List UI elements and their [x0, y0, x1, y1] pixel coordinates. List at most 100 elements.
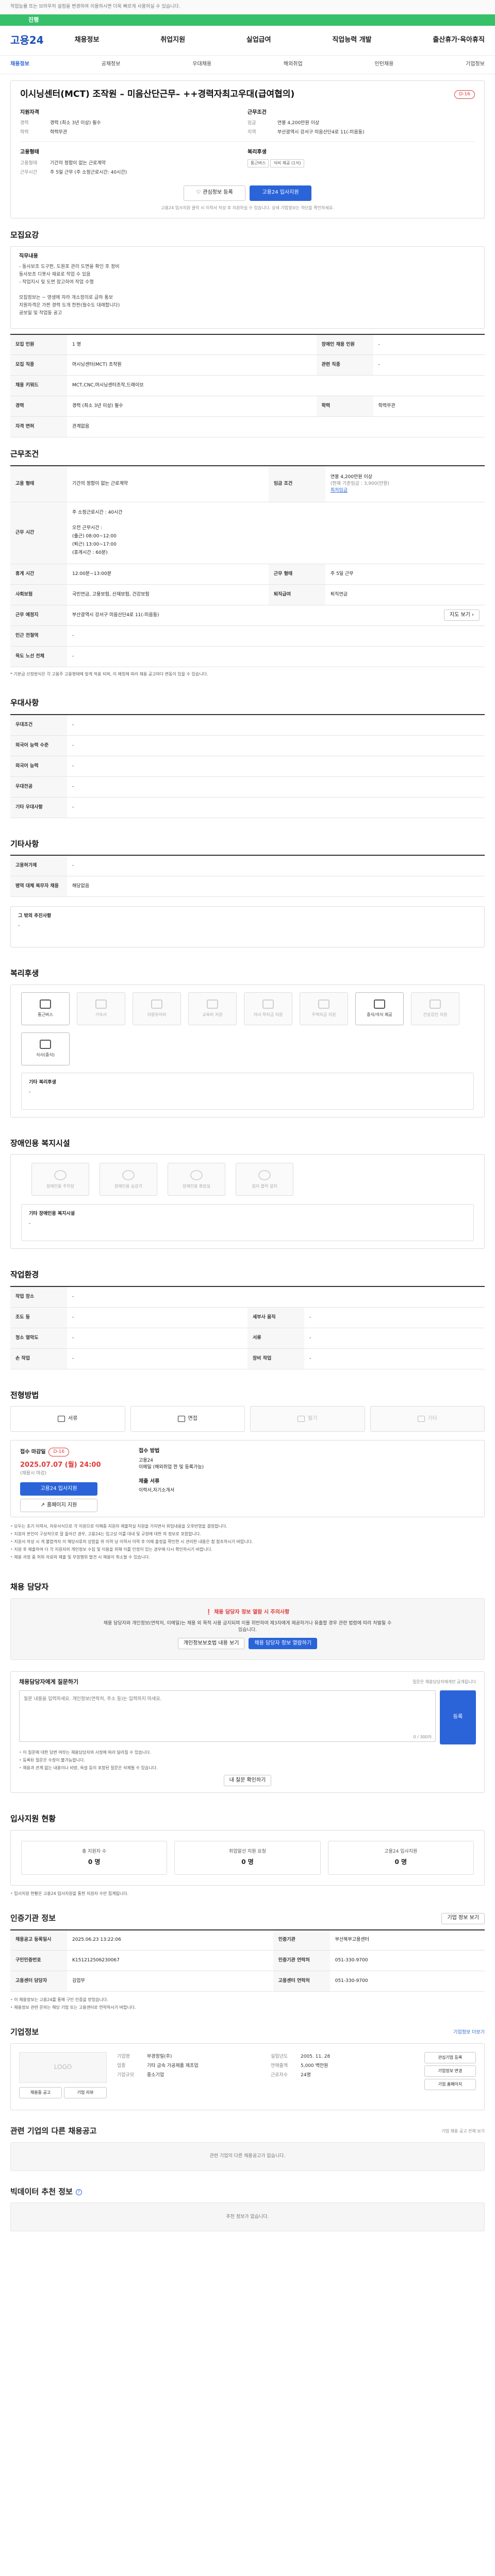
td: -: [67, 1286, 485, 1308]
scrap-button[interactable]: ♡ 관심정보 등록: [184, 185, 245, 201]
privacy-law-button[interactable]: 개인정보보호법 내용 보기: [177, 1638, 245, 1650]
company-edit-button[interactable]: 기업정보 변경: [424, 2065, 476, 2077]
disabled-item: 점자 블럭 설치: [236, 1163, 293, 1196]
parking-icon: [54, 1170, 67, 1180]
info-icon[interactable]: ?: [75, 2189, 82, 2195]
min-wage-link[interactable]: 최저임금: [331, 487, 480, 494]
apply-button[interactable]: 고용24 입사지원: [250, 185, 311, 201]
edu-value: 학력무관: [50, 130, 68, 135]
company-detail-link[interactable]: 기업정보 더보기: [453, 2029, 485, 2036]
table-row: 외국어 능력 수준 -: [10, 735, 485, 756]
th: 서류: [248, 1328, 304, 1349]
subnav-item-intern[interactable]: 인턴채용: [375, 61, 394, 69]
td: K151212506230067: [67, 1950, 273, 1972]
duty-line: 공보일 및 작업동 공고: [19, 311, 62, 316]
company-review-button[interactable]: 기업 리뷰: [64, 2087, 107, 2098]
time-cell: 주 소정근로시간 : 40시간 오전 근무시간 : (출근) 08:00~12:…: [67, 502, 485, 564]
gnb-item-unemployment[interactable]: 실업급여: [246, 36, 271, 45]
others-empty: 관련 기업의 다른 채용공고가 없습니다.: [10, 2142, 485, 2171]
benefit-grid: 통근버스 기숙사 차량유지비 교육비 지원 자녀 학자금 지원 주택자금 지원 중식/석식 …: [11, 985, 484, 1073]
career-key: 경력: [20, 121, 29, 126]
apply-button-2[interactable]: 고용24 입사지원: [20, 1482, 97, 1496]
gnb-item-support[interactable]: 취업지원: [160, 36, 185, 45]
company-jobs-button[interactable]: 채용중 공고: [19, 2087, 62, 2098]
edu-key: 학력: [20, 130, 29, 135]
favorite-company-button[interactable]: 관심기업 등록: [424, 2052, 476, 2063]
method-line: 이메일 (해외취업 한 및 등록가능): [139, 1464, 204, 1470]
company-logo: LOGO: [19, 2052, 107, 2083]
benefit-etc-box: 기타 복리후생 -: [21, 1072, 474, 1110]
time-line: 오전 근무시간 :: [72, 526, 103, 531]
note-item: 등록된 질문은 수정이 불가능합니다.: [19, 1756, 476, 1764]
td: 관계없음: [67, 416, 485, 438]
other-value: -: [18, 923, 20, 928]
benefit-summary-block: 복리후생 통근버스 식비 제공 (1식): [248, 146, 475, 177]
benefit-panel: 통근버스 기숙사 차량유지비 교육비 지원 자녀 학자금 지원 주택자금 지원 중식/석식 …: [10, 984, 485, 1117]
method-block: 접수 방법 고용24 이메일 (해외취업 한 및 등록가능) 제출 서류 이력서…: [123, 1448, 475, 1494]
site-logo[interactable]: 고용24: [10, 33, 44, 48]
subnav-item-overseas[interactable]: 해외취업: [284, 61, 303, 69]
stat-label: 고용24 입사지원: [384, 1849, 418, 1855]
career-value: 경력 (최소 3년 이상) 필수: [50, 121, 101, 126]
qna-submit-button[interactable]: 등록: [440, 1690, 476, 1744]
th: 임금 조건: [268, 466, 325, 502]
benefit-chip: 통근버스: [248, 159, 269, 167]
others-all-link[interactable]: 기업 채용 공고 전체 보기: [441, 2128, 485, 2134]
disabled-item-label: 장애인용 주차장: [46, 1183, 75, 1189]
others-heading: 관련 기업의 다른 채용공고: [10, 2126, 97, 2136]
company-homepage-button[interactable]: 기업 홈페이지: [424, 2078, 476, 2090]
duty-text: - 동사보조 도구판, 도원포 관리 도면을 확인 후 정비 동사보조 디봇사 …: [19, 263, 476, 317]
subnav-item-public[interactable]: 공채정보: [102, 61, 121, 69]
restroom-icon: [190, 1170, 203, 1180]
stat-value: 0 명: [394, 1858, 407, 1866]
note-item: 지원서 작성 시 개 불합격자 이 해당서류의 상함을 위 이력 남 이력서 이…: [10, 1538, 485, 1546]
subnav-item-jobs[interactable]: 채용정보: [10, 61, 29, 69]
subnav-item-preferred[interactable]: 우대채용: [192, 61, 211, 69]
gnb-item-training[interactable]: 직업능력 개발: [332, 36, 371, 45]
subnav-item-company[interactable]: 기업정보: [466, 61, 485, 69]
company-key: 기업규모: [117, 2072, 135, 2078]
homepage-apply-button[interactable]: ↗ 홈페이지 지원: [20, 1499, 97, 1513]
duty-line: 지원자격은 가판 경력 도개 한판(월수도 대래합니다): [19, 303, 120, 309]
stat-label: 총 지원자 수: [82, 1849, 107, 1855]
apply-footnote: 고용24 입사지원 클릭 시 이력서 작성 후 지원하실 수 있습니다. 상세 …: [161, 205, 334, 210]
th: 인근 전철역: [10, 625, 67, 647]
table-row: 손 작업 - 장비 작업 -: [10, 1348, 485, 1369]
disabled-item-label: 장애인용 화장실: [182, 1183, 211, 1189]
td: 해당없음: [67, 876, 485, 897]
work-note: * 기본급 산정방식은 각 고용주 고용형태에 맞게 적용 되며, 이 매칭에 …: [10, 671, 208, 676]
stat-box: 총 지원자 수 0 명: [21, 1840, 168, 1875]
map-button[interactable]: 지도 보기 ›: [444, 609, 480, 621]
progress-bar: 진행: [0, 14, 495, 26]
td: -: [67, 625, 485, 647]
th: 학력: [316, 396, 373, 417]
time-key: 근무시간: [20, 170, 38, 175]
workenv-table: 작업 장소 - 조도 등 - 세부사 움직 - 청소 열악도 - 서류 - 손 작업 - 장비 작…: [10, 1286, 485, 1369]
td: -: [67, 1328, 248, 1349]
duty-box: 직무내용 - 동사보조 도구판, 도원포 관리 도면을 확인 후 정비 동사보조…: [10, 246, 485, 329]
company-info-left: 기업명 부경정밀(주) 업종 기타 금속 가공제품 제조업 기업규모 중소기업: [117, 2052, 260, 2080]
my-question-button[interactable]: 내 질문 확인하기: [223, 1774, 272, 1786]
pay-cell: 연봉 4,200만원 이상 (현재 기준임금 : 3,900(만원) 최저임금: [325, 466, 485, 502]
company-info-right: 설립년도 2005. 11. 28 연매출액 5,000 백만원 근로자수 24명: [271, 2052, 414, 2080]
th: 모집 인원: [10, 334, 67, 355]
th: 장애인 채용 인원: [316, 334, 373, 355]
company-value: 24명: [301, 2072, 311, 2078]
docs-heading: 제출 서류: [139, 1478, 160, 1484]
origin-button[interactable]: 기업 정보 보기: [441, 1912, 485, 1924]
gnb-item-jobs[interactable]: 채용정보: [75, 36, 100, 45]
gnb-item-leave[interactable]: 출산휴가·육아휴직: [433, 36, 485, 45]
view-contact-button[interactable]: 채용 담당자 정보 열람하기: [249, 1638, 318, 1650]
table-row: 목도 노선 전체 -: [10, 646, 485, 667]
contact-heading: 채용 담당자: [10, 1582, 49, 1592]
company-key: 연매출액: [271, 2063, 288, 2069]
table-row: 고용 형태 기간의 정함이 없는 근로계약 임금 조건 연봉 4,200만원 이…: [10, 466, 485, 502]
dday-badge: D-16: [454, 90, 475, 99]
td: -: [304, 1307, 485, 1328]
table-row: 모집 인원 1 명 장애인 채용 인원 -: [10, 334, 485, 355]
th: 관련 직종: [316, 354, 373, 376]
stat-value: 0 명: [88, 1858, 101, 1866]
qna-textarea[interactable]: [19, 1690, 436, 1742]
notice-text: 작업능률 또는 브라우저 설정을 변경하여 이용하시면 더욱 빠르게 사용하실 …: [10, 4, 180, 9]
disabled-grid: 장애인용 주차장 장애인용 승강기 장애인용 화장실 점자 블럭 설치: [11, 1155, 484, 1204]
